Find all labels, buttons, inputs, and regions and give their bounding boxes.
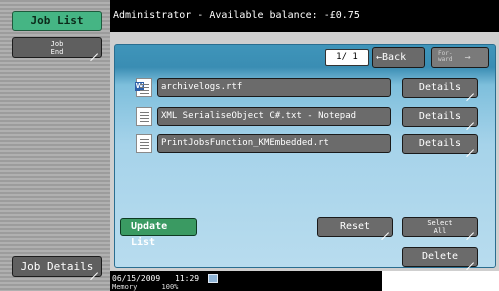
job-end-label-line1: Job bbox=[50, 40, 64, 48]
job-end-label-line2: End bbox=[50, 48, 64, 56]
forward-button[interactable]: For- ward → bbox=[431, 47, 489, 68]
footer-time: 11:29 bbox=[175, 274, 200, 283]
footer-date: 06/15/2009 bbox=[112, 274, 161, 283]
reset-button[interactable]: Reset bbox=[317, 217, 393, 237]
forward-label: For- ward bbox=[438, 50, 453, 63]
clock-icon bbox=[207, 274, 218, 283]
job-end-button[interactable]: Job End bbox=[12, 37, 102, 58]
back-label: Back bbox=[382, 52, 407, 63]
job-list-tab[interactable]: Job List bbox=[12, 11, 102, 31]
back-button[interactable]: ←Back bbox=[372, 47, 425, 68]
file-row: XML SerialiseObject C#.txt - Notepad Det… bbox=[136, 107, 496, 127]
details-button[interactable]: Details bbox=[402, 107, 478, 127]
text-doc-icon bbox=[136, 134, 152, 153]
select-all-label-line1: Select bbox=[427, 219, 453, 227]
memory-value: 100% bbox=[161, 283, 179, 291]
file-row: W archivelogs.rtf Details bbox=[135, 78, 496, 98]
file-name-button[interactable]: archivelogs.rtf bbox=[157, 78, 391, 97]
update-list-button[interactable]: Update List bbox=[120, 218, 197, 248]
status-text: Administrator - Available balance: -£0.7… bbox=[113, 10, 360, 21]
file-name-button[interactable]: XML SerialiseObject C#.txt - Notepad bbox=[157, 107, 391, 126]
footer-status: 06/15/2009 11:29 Memory 100% bbox=[110, 271, 382, 291]
memory-label: Memory bbox=[112, 283, 138, 291]
page-indicator: 1/ 1 bbox=[325, 49, 369, 66]
forward-arrow-icon: → bbox=[464, 52, 471, 63]
file-row: PrintJobsFunction_KMEmbedded.rt Details bbox=[136, 134, 496, 154]
select-all-label-line2: All bbox=[433, 227, 447, 235]
select-all-button[interactable]: Select All bbox=[402, 217, 478, 237]
word-doc-icon: W bbox=[135, 78, 152, 97]
details-button[interactable]: Details bbox=[402, 134, 478, 154]
details-button[interactable]: Details bbox=[402, 78, 478, 98]
text-doc-icon bbox=[136, 107, 152, 126]
status-bar: Administrator - Available balance: -£0.7… bbox=[110, 0, 499, 32]
job-details-button[interactable]: Job Details bbox=[12, 256, 102, 277]
file-name-button[interactable]: PrintJobsFunction_KMEmbedded.rt bbox=[157, 134, 391, 153]
delete-button[interactable]: Delete bbox=[402, 247, 478, 267]
sidebar: Job List Job End Job Details bbox=[0, 0, 110, 291]
